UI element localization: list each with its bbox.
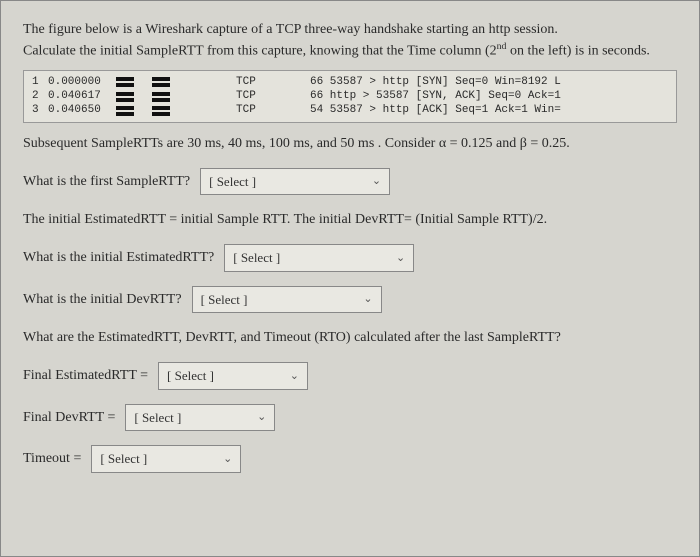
question-initial-devrtt: What is the initial DevRTT? [ Select ] ⌄	[23, 286, 677, 314]
select-timeout[interactable]: [ Select ] ⌄	[91, 445, 241, 473]
select-placeholder: [ Select ]	[233, 248, 280, 268]
chevron-down-icon: ⌄	[257, 409, 266, 426]
redacted-bars-icon	[116, 105, 170, 116]
q4-label: Final EstimatedRTT =	[23, 365, 148, 386]
cap-info: 66 53587 > http [SYN] Seq=0 Win=8192 L	[310, 75, 561, 89]
select-placeholder: [ Select ]	[201, 290, 248, 310]
final-question-statement: What are the EstimatedRTT, DevRTT, and T…	[23, 327, 677, 348]
q6-label: Timeout =	[23, 448, 81, 469]
q1-label: What is the first SampleRTT?	[23, 171, 190, 192]
question-final-devrtt: Final DevRTT = [ Select ] ⌄	[23, 404, 677, 432]
select-first-samplertt[interactable]: [ Select ] ⌄	[200, 168, 390, 196]
question-timeout: Timeout = [ Select ] ⌄	[23, 445, 677, 473]
cap-proto: TCP	[236, 75, 264, 89]
intro-sup: nd	[497, 41, 507, 52]
initial-definitions: The initial EstimatedRTT = initial Sampl…	[23, 209, 677, 230]
intro-line2a: Calculate the initial SampleRTT from thi…	[23, 44, 497, 59]
select-placeholder: [ Select ]	[134, 408, 181, 428]
q5-label: Final DevRTT =	[23, 407, 115, 428]
capture-row: 2 0.040617 TCP 66 http > 53587 [SYN, ACK…	[32, 89, 668, 103]
cap-time: 0.000000	[48, 75, 110, 89]
chevron-down-icon: ⌄	[396, 250, 405, 267]
question-initial-estimatedrtt: What is the initial EstimatedRTT? [ Sele…	[23, 244, 677, 272]
q2-label: What is the initial EstimatedRTT?	[23, 247, 214, 268]
intro-text: The figure below is a Wireshark capture …	[23, 19, 677, 62]
capture-row: 1 0.000000 TCP 66 53587 > http [SYN] Seq…	[32, 75, 668, 89]
chevron-down-icon: ⌄	[363, 291, 372, 308]
cap-info: 54 53587 > http [ACK] Seq=1 Ack=1 Win=	[310, 103, 561, 117]
chevron-down-icon: ⌄	[372, 173, 381, 190]
cap-time: 0.040617	[48, 89, 110, 103]
question-page: The figure below is a Wireshark capture …	[0, 0, 700, 557]
select-initial-devrtt[interactable]: [ Select ] ⌄	[192, 286, 382, 314]
cap-num: 1	[32, 75, 42, 89]
select-placeholder: [ Select ]	[209, 172, 256, 192]
select-placeholder: [ Select ]	[100, 449, 147, 469]
capture-row: 3 0.040650 TCP 54 53587 > http [ACK] Seq…	[32, 103, 668, 117]
select-final-devrtt[interactable]: [ Select ] ⌄	[125, 404, 275, 432]
cap-num: 2	[32, 89, 42, 103]
question-final-estimatedrtt: Final EstimatedRTT = [ Select ] ⌄	[23, 362, 677, 390]
cap-time: 0.040650	[48, 103, 110, 117]
redacted-bars-icon	[116, 76, 170, 87]
select-initial-estimatedrtt[interactable]: [ Select ] ⌄	[224, 244, 414, 272]
subsequent-statement: Subsequent SampleRTTs are 30 ms, 40 ms, …	[23, 133, 677, 154]
intro-line2b: on the left) is in seconds.	[506, 44, 649, 59]
wireshark-capture: 1 0.000000 TCP 66 53587 > http [SYN] Seq…	[23, 70, 677, 123]
cap-info: 66 http > 53587 [SYN, ACK] Seq=0 Ack=1	[310, 89, 561, 103]
question-first-samplertt: What is the first SampleRTT? [ Select ] …	[23, 168, 677, 196]
chevron-down-icon: ⌄	[223, 451, 232, 468]
chevron-down-icon: ⌄	[290, 368, 299, 385]
redacted-bars-icon	[116, 91, 170, 102]
cap-proto: TCP	[236, 89, 264, 103]
select-placeholder: [ Select ]	[167, 366, 214, 386]
cap-num: 3	[32, 103, 42, 117]
intro-line1: The figure below is a Wireshark capture …	[23, 22, 558, 37]
q3-label: What is the initial DevRTT?	[23, 289, 182, 310]
select-final-estimatedrtt[interactable]: [ Select ] ⌄	[158, 362, 308, 390]
cap-proto: TCP	[236, 103, 264, 117]
